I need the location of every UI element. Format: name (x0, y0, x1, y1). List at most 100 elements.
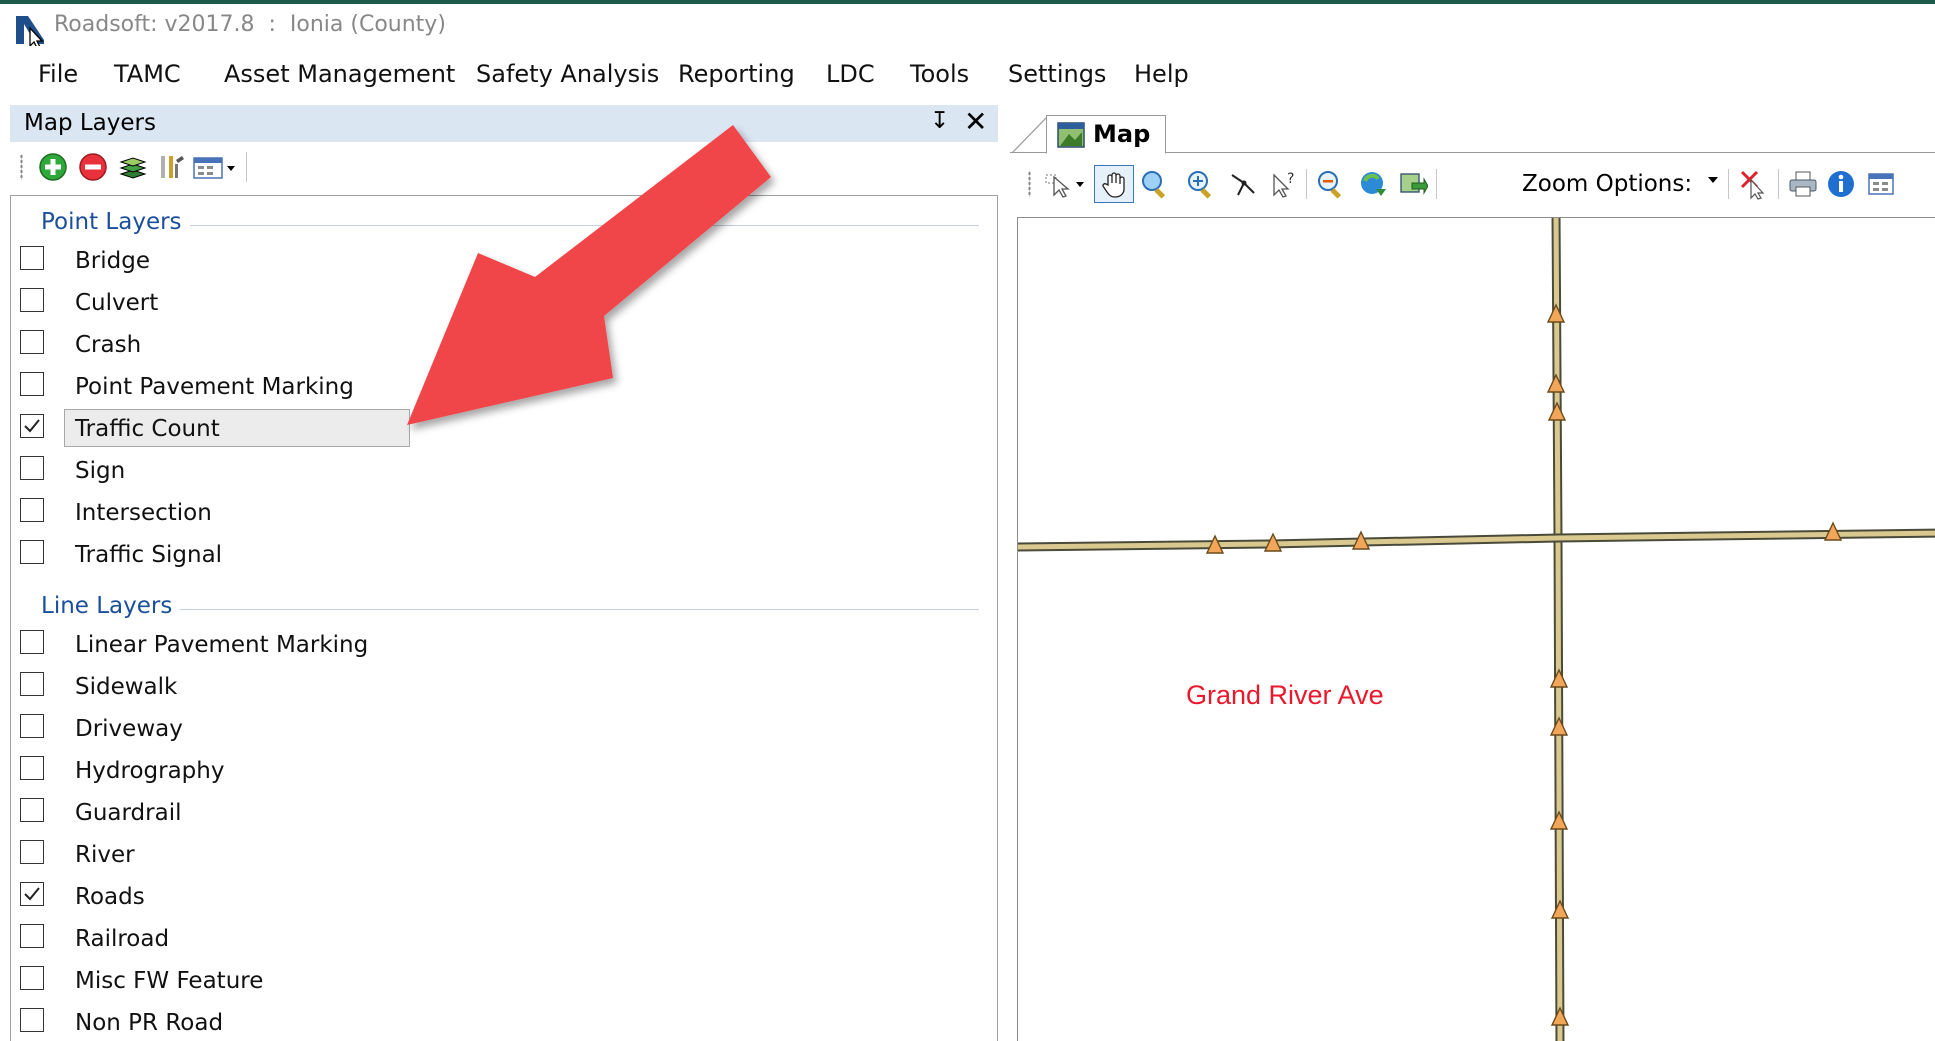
group-divider (171, 225, 979, 226)
zoom-out-icon[interactable] (1314, 167, 1348, 201)
checkbox-non-pr-road[interactable] (20, 1008, 44, 1032)
clear-selection-icon[interactable] (1736, 167, 1770, 201)
traffic-count-markers (1205, 303, 1843, 1026)
map-layers-toolbar (10, 142, 998, 192)
map-tab-strip: Map (1010, 105, 1935, 154)
checkbox-driveway[interactable] (20, 714, 44, 738)
traffic-count-marker[interactable] (1550, 899, 1570, 919)
layer-label-roads[interactable]: Roads (75, 884, 145, 910)
tab-map[interactable]: Map (1046, 115, 1166, 154)
checkbox-culvert[interactable] (20, 288, 44, 312)
checkbox-sign[interactable] (20, 456, 44, 480)
layer-label-point-pavement-marking[interactable]: Point Pavement Marking (75, 374, 354, 400)
layer-label-non-pr-road[interactable]: Non PR Road (75, 1010, 223, 1036)
layers-stack-icon[interactable] (116, 150, 150, 184)
checkbox-intersection[interactable] (20, 498, 44, 522)
map-canvas[interactable]: Grand River Ave (1017, 217, 1935, 1041)
close-panel-icon[interactable]: ✕ (964, 105, 987, 138)
checkmark-icon (24, 887, 40, 901)
checkbox-hydrography[interactable] (20, 756, 44, 780)
checkbox-bridge[interactable] (20, 246, 44, 270)
checkbox-misc-fw-feature[interactable] (20, 966, 44, 990)
window-title: Roadsoft: v2017.8 : Ionia (County) (54, 12, 446, 37)
layer-label-traffic-count[interactable]: Traffic Count (75, 416, 220, 442)
checkbox-traffic-count[interactable] (20, 414, 44, 438)
checkbox-railroad[interactable] (20, 924, 44, 948)
menu-file[interactable]: File (34, 58, 82, 90)
traffic-count-marker[interactable] (1549, 668, 1569, 688)
layer-label-railroad[interactable]: Railroad (75, 926, 169, 952)
menu-tools[interactable]: Tools (906, 58, 973, 90)
identify-icon[interactable]: ? (1266, 167, 1300, 201)
traffic-count-marker[interactable] (1547, 401, 1567, 421)
menu-asset-management[interactable]: Asset Management (220, 58, 459, 90)
layer-label-driveway[interactable]: Driveway (75, 716, 183, 742)
layer-label-sidewalk[interactable]: Sidewalk (75, 674, 177, 700)
toolbar-grip[interactable] (1028, 171, 1031, 197)
checkbox-roads[interactable] (20, 882, 44, 906)
layer-label-river[interactable]: River (75, 842, 135, 868)
export-map-icon[interactable] (1396, 167, 1430, 201)
menu-help[interactable]: Help (1130, 58, 1193, 90)
layer-label-intersection[interactable]: Intersection (75, 500, 212, 526)
layer-label-bridge[interactable]: Bridge (75, 248, 150, 274)
refresh-map-icon[interactable] (1356, 167, 1390, 201)
svg-text:?: ? (1287, 171, 1294, 187)
toolbar-separator (1436, 169, 1437, 199)
measure-icon[interactable] (1226, 167, 1260, 201)
tab-edge (1011, 115, 1049, 154)
add-layer-icon[interactable] (36, 150, 70, 184)
group-line-layers: Line Layers (41, 593, 181, 619)
checkbox-sidewalk[interactable] (20, 672, 44, 696)
title-bar: Roadsoft: v2017.8 : Ionia (County) (0, 4, 1935, 48)
traffic-count-marker[interactable] (1546, 373, 1566, 393)
toolbar-grip[interactable] (20, 154, 23, 180)
checkbox-linear-pavement-marking[interactable] (20, 630, 44, 654)
remove-layer-icon[interactable] (76, 150, 110, 184)
traffic-count-marker[interactable] (1549, 810, 1569, 830)
panel-splitter[interactable] (998, 105, 1010, 1041)
traffic-count-marker[interactable] (1549, 716, 1569, 736)
map-layers-header: Map Layers ↧ ✕ (10, 105, 998, 142)
print-icon[interactable] (1786, 167, 1820, 201)
pin-icon[interactable]: ↧ (930, 108, 949, 134)
layer-label-linear-pavement-marking[interactable]: Linear Pavement Marking (75, 632, 368, 658)
chevron-down-icon[interactable] (1706, 175, 1720, 185)
info-icon[interactable] (1824, 167, 1858, 201)
layer-list: Point Layers Bridge Culvert Crash Point … (10, 195, 998, 1041)
checkbox-guardrail[interactable] (20, 798, 44, 822)
layer-view-dropdown-icon[interactable] (190, 150, 238, 184)
menu-tamc[interactable]: TAMC (110, 58, 185, 90)
layer-label-traffic-signal[interactable]: Traffic Signal (75, 542, 222, 568)
menu-settings[interactable]: Settings (1004, 58, 1110, 90)
layer-label-crash[interactable]: Crash (75, 332, 141, 358)
pan-hand-icon[interactable] (1094, 165, 1134, 203)
layer-properties-icon[interactable] (154, 150, 188, 184)
zoom-in-icon[interactable] (1138, 167, 1172, 201)
layer-label-culvert[interactable]: Culvert (75, 290, 158, 316)
menu-safety-analysis[interactable]: Safety Analysis (472, 58, 663, 90)
menu-reporting[interactable]: Reporting (674, 58, 799, 90)
map-layers-panel: Map Layers ↧ ✕ Point Layers Bridge Culve… (10, 105, 998, 1041)
map-tab-icon (1057, 122, 1085, 148)
checkbox-traffic-signal[interactable] (20, 540, 44, 564)
select-arrow-icon[interactable] (1040, 167, 1090, 201)
table-icon[interactable] (1864, 167, 1898, 201)
roadsoft-window: Roadsoft: v2017.8 : Ionia (County) File … (0, 0, 1935, 1041)
road-label-grand-river-ave: Grand River Ave (1186, 680, 1384, 710)
horizontal-road (1018, 528, 1935, 552)
menu-ldc[interactable]: LDC (822, 58, 879, 90)
checkbox-crash[interactable] (20, 330, 44, 354)
zoom-extents-icon[interactable] (1184, 167, 1218, 201)
layer-label-guardrail[interactable]: Guardrail (75, 800, 181, 826)
layer-label-hydrography[interactable]: Hydrography (75, 758, 224, 784)
checkbox-river[interactable] (20, 840, 44, 864)
checkbox-point-pavement-marking[interactable] (20, 372, 44, 396)
menu-bar: File TAMC Asset Management Safety Analys… (0, 50, 1935, 98)
layer-label-misc-fw-feature[interactable]: Misc FW Feature (75, 968, 263, 994)
toolbar-separator (1778, 169, 1779, 199)
traffic-count-marker[interactable] (1550, 1006, 1570, 1026)
zoom-options-dropdown[interactable]: Zoom Options: (1522, 171, 1692, 197)
traffic-count-marker[interactable] (1546, 303, 1566, 323)
layer-label-sign[interactable]: Sign (75, 458, 125, 484)
